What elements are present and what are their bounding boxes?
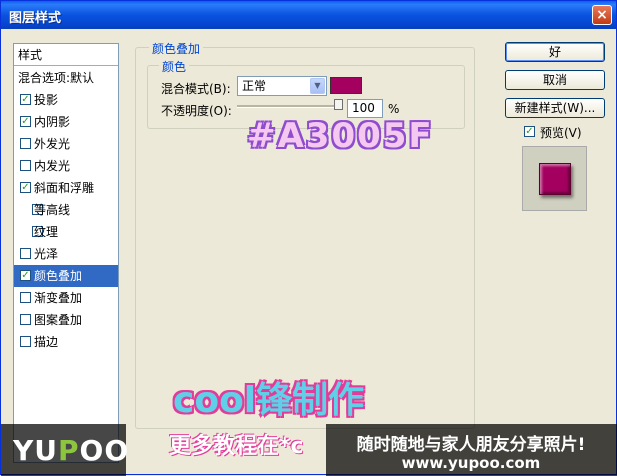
style-item-label: 等高线 [34, 203, 71, 217]
section-title: 颜色叠加 [149, 40, 204, 57]
style-checkbox[interactable] [20, 160, 31, 171]
style-preview [522, 146, 587, 211]
style-item[interactable]: 光泽 [14, 243, 118, 265]
style-item-label: 光泽 [34, 247, 59, 261]
style-item[interactable]: 纹理 [14, 221, 118, 243]
style-checkbox[interactable]: ✓ [20, 270, 31, 281]
styles-list: 样式 混合选项:默认 ✓ 投影 ✓ 内阴影 外发光 内发光 ✓ 斜面和浮雕 等高线 纹理 光泽 ✓ 颜色… [13, 43, 119, 463]
style-item[interactable]: 渐变叠加 [14, 287, 118, 309]
style-item[interactable]: 等高线 [14, 199, 118, 221]
check-icon[interactable]: ✓ [524, 126, 535, 137]
new-style-button[interactable]: 新建样式(W)... [505, 98, 605, 118]
style-checkbox[interactable] [20, 314, 31, 325]
style-item-label: 投影 [34, 93, 59, 107]
hex-code-annotation: #A3005F [247, 116, 434, 156]
style-checkbox[interactable]: ✓ [20, 94, 31, 105]
style-item-label: 斜面和浮雕 [34, 181, 95, 195]
style-item[interactable]: ✓ 斜面和浮雕 [14, 177, 118, 199]
overlay-color-swatch[interactable] [330, 77, 362, 94]
blend-options-item[interactable]: 混合选项:默认 [14, 67, 118, 89]
style-checkbox[interactable]: ✓ [20, 116, 31, 127]
yupoo-slogan-bar: 随时随地与家人朋友分享照片! www.yupoo.com [326, 424, 617, 476]
style-checkbox[interactable] [20, 138, 31, 149]
style-item-label: 纹理 [34, 225, 59, 239]
yupoo-logo-bar: YUPOO [1, 424, 129, 476]
style-item-label: 图案叠加 [34, 313, 83, 327]
window-title: 图层样式 [9, 11, 62, 26]
group-title: 颜色 [159, 58, 190, 75]
opacity-label: 不透明度(O): [161, 104, 232, 118]
styles-list-header[interactable]: 样式 [14, 44, 118, 66]
style-item[interactable]: ✓ 颜色叠加 [14, 265, 118, 287]
style-item[interactable]: ✓ 内阴影 [14, 111, 118, 133]
logo-part-end: OO [79, 434, 130, 467]
style-item-label: 内发光 [34, 159, 71, 173]
style-item-label: 描边 [34, 335, 59, 349]
style-item-label: 渐变叠加 [34, 291, 83, 305]
style-checkbox[interactable] [20, 336, 31, 347]
style-item[interactable]: 外发光 [14, 133, 118, 155]
style-item-label: 内阴影 [34, 115, 71, 129]
blend-mode-label: 混合模式(B): [161, 82, 231, 96]
logo-part-p: P [58, 434, 80, 467]
preview-swatch [539, 163, 571, 195]
preview-label: 预览(V) [540, 126, 582, 140]
tutorial-annotation: 更多教程在*c [169, 434, 304, 459]
styles-header-label: 样式 [18, 48, 43, 62]
style-checkbox[interactable]: ✓ [20, 182, 31, 193]
style-item[interactable]: 图案叠加 [14, 309, 118, 331]
cancel-button[interactable]: 取消 [505, 70, 605, 90]
slogan-text: 随时随地与家人朋友分享照片! [356, 435, 586, 455]
blend-mode-select[interactable]: 正常 ▼ [237, 76, 327, 96]
style-item[interactable]: ✓ 投影 [14, 89, 118, 111]
chevron-down-icon[interactable]: ▼ [310, 78, 325, 94]
style-item-label: 外发光 [34, 137, 71, 151]
style-item[interactable]: 描边 [14, 331, 118, 353]
close-button[interactable]: × [592, 5, 612, 25]
author-annotation: cool锋制作 [173, 380, 365, 421]
layer-style-dialog: 图层样式 × 样式 混合选项:默认 ✓ 投影 ✓ 内阴影 外发光 内发光 ✓ 斜面和浮雕 等高线… [0, 0, 617, 476]
blend-options-label: 混合选项:默认 [18, 71, 95, 85]
site-url: www.yupoo.com [401, 454, 541, 472]
opacity-slider-track[interactable] [237, 105, 343, 108]
title-bar[interactable]: 图层样式 × [1, 1, 616, 29]
opacity-slider-thumb[interactable] [334, 99, 343, 110]
style-checkbox[interactable] [20, 248, 31, 259]
style-item-label: 颜色叠加 [34, 269, 83, 283]
style-item[interactable]: 内发光 [14, 155, 118, 177]
opacity-unit: % [388, 102, 400, 116]
ok-button[interactable]: 好 [505, 42, 605, 62]
logo-part: YU [13, 434, 59, 467]
blend-mode-value: 正常 [242, 79, 267, 93]
style-checkbox[interactable] [20, 292, 31, 303]
yupoo-logo: YUPOO [13, 434, 129, 467]
